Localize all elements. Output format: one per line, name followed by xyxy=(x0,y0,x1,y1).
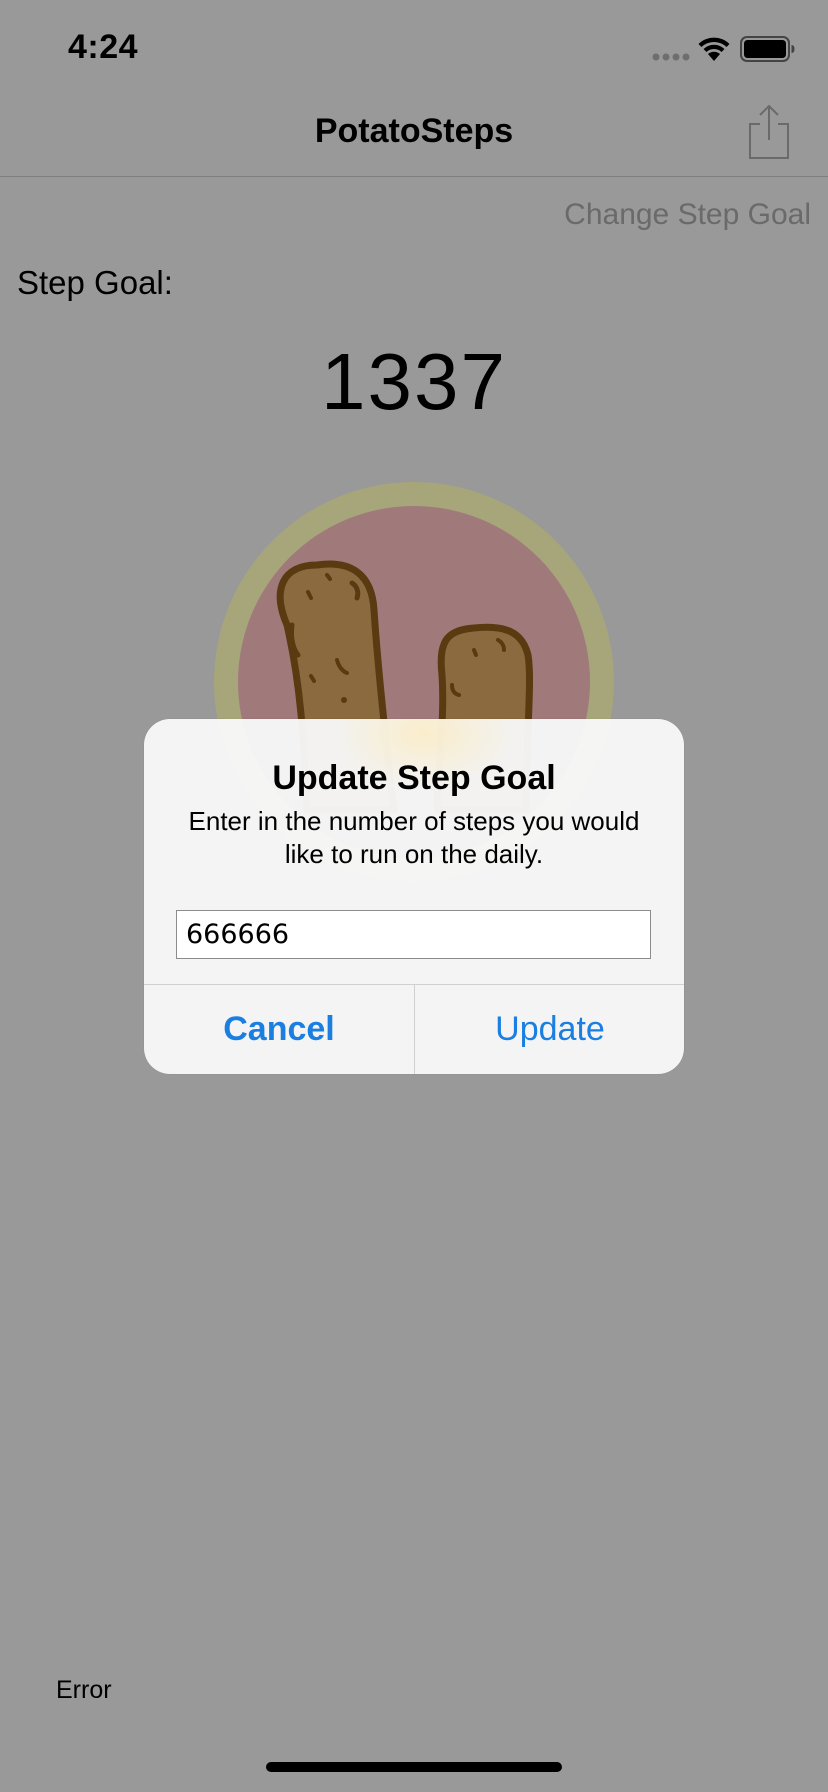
navigation-bar: PotatoSteps xyxy=(0,96,828,177)
error-label: Error xyxy=(56,1676,112,1704)
step-goal-label: Step Goal: xyxy=(17,264,173,301)
alert-title: Update Step Goal xyxy=(272,759,556,797)
battery-icon xyxy=(740,36,795,62)
nav-title: PotatoSteps xyxy=(314,112,514,150)
wifi-icon xyxy=(698,37,730,61)
home-indicator[interactable] xyxy=(266,1762,562,1772)
status-bar: 4:24 xyxy=(0,0,828,96)
update-button[interactable]: Update xyxy=(415,985,684,1074)
update-step-goal-alert: Update Step Goal Enter in the number of … xyxy=(144,719,684,1074)
step-goal-value: 1337 xyxy=(321,337,507,426)
status-time: 4:24 xyxy=(68,28,139,66)
share-icon[interactable] xyxy=(745,104,793,160)
screen: 4:24 PotatoSteps Change Step Goal Step G… xyxy=(0,0,828,1792)
change-step-goal-button[interactable]: Change Step Goal xyxy=(564,198,811,232)
alert-message: Enter in the number of steps you would l… xyxy=(188,806,640,869)
signal-icon xyxy=(652,53,690,61)
cancel-button[interactable]: Cancel xyxy=(144,985,414,1074)
step-goal-input[interactable] xyxy=(176,910,651,959)
